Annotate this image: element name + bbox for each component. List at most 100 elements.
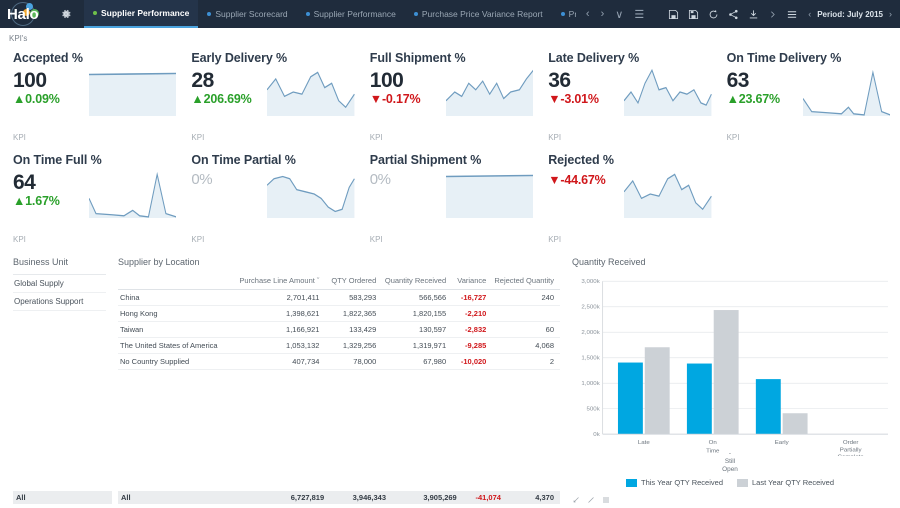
bar-chart[interactable]: 0k 500k 1,000k 1,500k 2,000k 2,500k 3,00… [572,274,888,474]
tab-supplier-performance-2[interactable]: Supplier Performance [297,0,405,28]
cell-country: Hong Kong [118,305,238,322]
kpi-title: Partial Shipment % [369,153,482,167]
tabs-prev-icon[interactable]: ‹ [586,8,590,20]
top-header-bar: Halo Supplier Performance Supplier Score… [0,0,900,28]
kpis-section-label: KPI's [9,34,28,43]
sparkline-partial-shipment [445,170,534,218]
cell-rejected-quantity: 240 [492,289,560,306]
kpi-title: Accepted % [13,51,83,65]
status-dot-icon [93,11,97,15]
tabs-dropdown-icon[interactable]: ∨ [615,8,623,21]
kpi-tile-partial-shipment[interactable]: Partial Shipment % 0% KPI [361,147,539,249]
svg-text:1,000k: 1,000k [581,381,599,387]
kpi-tile-rejected[interactable]: Rejected % ▼-44.67% KPI [539,147,717,249]
save-as-icon[interactable] [688,9,699,20]
cell-rejected-quantity: 2 [492,353,560,370]
kpi-delta: ▼-44.67% [548,173,606,187]
sparkline-on-time-partial [267,170,355,218]
tabs-list-icon[interactable]: ☰ [634,8,644,21]
kpi-tile-late-delivery[interactable]: Late Delivery % 36 ▼-3.01% KPI [539,45,717,147]
refresh-icon[interactable] [708,9,719,20]
tabs-next-icon[interactable]: › [601,8,605,20]
tab-procurement-report[interactable]: Procurement Report [552,0,576,28]
kpi-title: Full Shipment % [369,51,466,65]
list-item[interactable]: Operations Support [13,293,106,311]
cell-qty-ordered: 78,000 [325,353,383,370]
period-prev-icon[interactable]: ‹ [808,9,811,19]
share-icon[interactable] [728,9,739,20]
column-header-variance[interactable]: Variance [452,274,493,290]
kpi-tile-full-shipment[interactable]: Full Shipment % 100 ▼-0.17% KPI [361,45,539,147]
kpi-footer-label: KPI [191,235,205,244]
list-item[interactable]: Global Supply [13,275,106,293]
sparkline-accepted [89,68,177,116]
period-selector[interactable]: ‹ Period: July 2015 › [806,0,900,28]
kpi-tile-accepted[interactable]: Accepted % 100 ▲0.09% KPI [4,45,182,147]
chart-footer [564,491,896,505]
kpi-tile-on-time-partial[interactable]: On Time Partial % 0% KPI [182,147,360,249]
cell-rejected-quantity: 60 [492,321,560,338]
tab-label: Supplier Scorecard [215,9,288,19]
app-logo[interactable]: Halo [0,0,52,28]
kpi-value: 36 [548,69,571,92]
legend-label: This Year QTY Received [641,478,723,487]
chevron-right-icon[interactable] [768,9,777,20]
cell-quantity-received: 67,980 [382,353,453,370]
logo-text: Halo [7,5,39,23]
column-header-qty-ordered[interactable]: QTY Ordered [325,274,383,290]
table-row[interactable]: China 2,701,411 583,293 566,566 -16,727 … [118,289,560,306]
tab-nav-controls: ‹ › ∨ ☰ [576,0,654,28]
column-header-purchase-line-amount[interactable]: Purchase Line Amount ˇ [237,274,326,290]
quantity-received-chart-panel: Quantity Received 0k 500k 1,000k 1,500k … [564,251,896,487]
cell-purchase-line-amount: 407,734 [237,353,326,370]
business-unit-panel: Business Unit Global Supply Operations S… [4,251,112,487]
edit-icon[interactable] [587,496,595,504]
status-dot-icon [413,12,418,16]
legend-item-last-year[interactable]: Last Year QTY Received [737,478,834,487]
supplier-table-toolbar: 1 - 5 of 5 [118,504,560,508]
x-label-still: Still [724,458,736,465]
kpi-title: On Time Full % [13,153,102,167]
cell-rejected-quantity: 4,068 [492,337,560,354]
tab-supplier-scorecard[interactable]: Supplier Scorecard [198,0,296,28]
drill-icon[interactable] [572,496,580,504]
business-unit-list: Global Supply Operations Support [13,274,106,311]
cell-purchase-line-amount: 1,166,921 [237,321,326,338]
column-header-country[interactable] [118,274,238,290]
kpi-footer-label: KPI [13,235,26,244]
svg-text:500k: 500k [586,407,599,413]
tab-label: Procurement Report [568,9,576,19]
svg-text:1,500k: 1,500k [581,356,599,362]
table-row[interactable]: The United States of America 1,053,132 1… [118,337,560,354]
chart-toolbar [572,491,896,505]
supplier-table-title: Supplier by Location [118,257,200,267]
kpi-tile-on-time-full[interactable]: On Time Full % 64 ▲1.67% KPI [4,147,182,249]
column-header-quantity-received[interactable]: Quantity Received [382,274,453,290]
cell-variance: -10,020 [452,353,493,370]
table-row[interactable]: Taiwan 1,166,921 133,429 130,597 -2,832 … [118,321,560,338]
svg-text:On: On [709,440,717,446]
kpi-title: Rejected % [548,153,614,167]
legend-item-this-year[interactable]: This Year QTY Received [626,478,723,487]
table-row[interactable]: No Country Supplied 407,734 78,000 67,98… [118,353,560,370]
column-header-rejected-quantity[interactable]: Rejected Quantity [492,274,560,290]
period-next-icon[interactable]: › [889,9,892,19]
tab-supplier-performance-active[interactable]: Supplier Performance [84,0,199,28]
tab-purchase-price-variance-report[interactable]: Purchase Price Variance Report [405,0,552,28]
list-view-icon[interactable] [602,496,610,504]
settings-button[interactable] [52,0,84,28]
cell-quantity-received: 1,820,155 [382,305,453,322]
save-icon[interactable] [668,9,679,20]
sparkline-late-delivery [624,68,712,116]
sparkline-rejected [624,170,712,218]
download-icon[interactable] [748,9,759,20]
kpi-tile-early-delivery[interactable]: Early Delivery % 28 ▲206.69% KPI [182,45,360,147]
kpi-tile-on-time-delivery[interactable]: On Time Delivery % 63 ▲23.67% KPI [718,45,896,147]
table-row[interactable]: Hong Kong 1,398,621 1,822,365 1,820,155 … [118,305,560,322]
kpi-delta: ▲23.67% [726,92,781,107]
kpi-title: Early Delivery % [191,51,288,65]
menu-icon[interactable] [786,9,798,20]
cell-qty-ordered: 1,329,256 [325,337,383,354]
cell-country: The United States of America [118,337,238,354]
tab-label: Purchase Price Variance Report [421,9,543,19]
